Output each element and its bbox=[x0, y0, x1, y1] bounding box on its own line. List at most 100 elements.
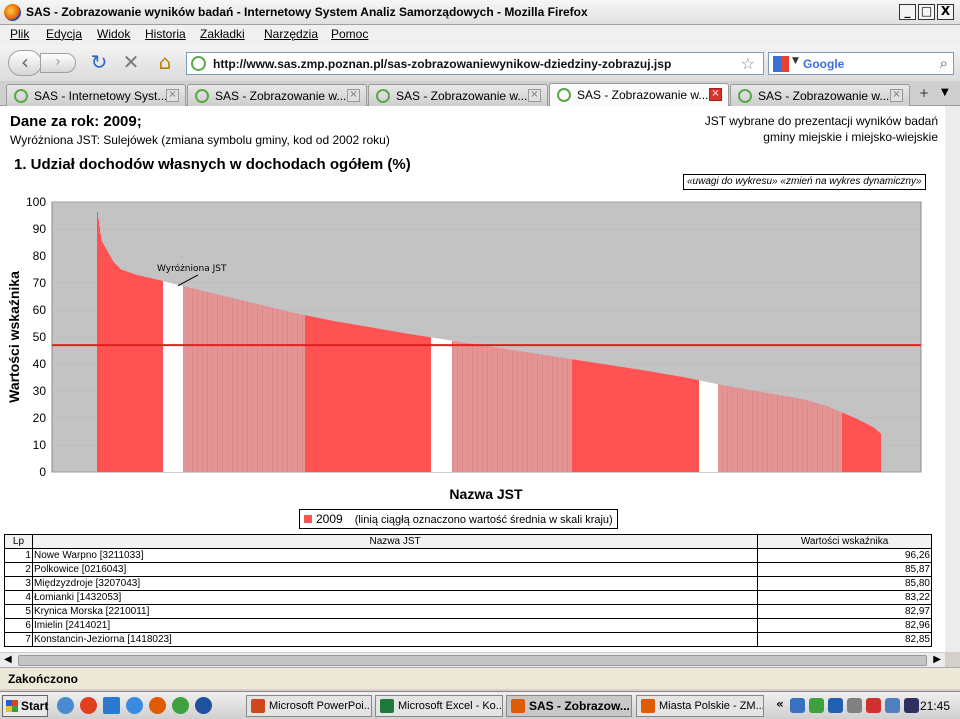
data-bar bbox=[507, 349, 509, 472]
scroll-right-icon[interactable]: ▶ bbox=[933, 654, 941, 665]
data-bar bbox=[160, 280, 162, 472]
data-bar bbox=[228, 297, 230, 472]
address-bar[interactable]: http://www.sas.zmp.poznan.pl/sas-zobrazo… bbox=[186, 52, 764, 75]
data-bar bbox=[293, 312, 295, 472]
menu-plik[interactable]: Plik bbox=[10, 27, 29, 41]
quicklaunch-messenger-icon[interactable] bbox=[172, 697, 189, 714]
stop-icon[interactable]: ✕ bbox=[120, 50, 142, 74]
data-bar bbox=[625, 367, 627, 472]
data-bar bbox=[859, 420, 861, 472]
close-button[interactable]: X bbox=[937, 4, 954, 20]
header-wartosci[interactable]: Wartości wskaźnika bbox=[757, 534, 932, 549]
minimize-button[interactable]: _ bbox=[899, 4, 916, 20]
taskbar-task-button[interactable]: Miasta Polskie - ZM... bbox=[636, 695, 764, 717]
tray-expand-icon[interactable]: « bbox=[776, 697, 784, 711]
chart-options-links[interactable]: «uwagi do wykresu» «zmień na wykres dyna… bbox=[683, 174, 926, 190]
tab-1[interactable]: SAS - Internetowy Syst... × bbox=[6, 84, 186, 106]
new-tab-icon[interactable]: + bbox=[919, 86, 929, 100]
highlight-gap bbox=[438, 338, 440, 472]
search-input[interactable]: Google bbox=[803, 57, 844, 71]
taskbar-task-button[interactable]: Microsoft PowerPoi... bbox=[246, 695, 372, 717]
tray-update-icon[interactable] bbox=[828, 698, 843, 713]
menu-pomoc[interactable]: Pomoc bbox=[331, 27, 368, 41]
tab-list-icon[interactable]: ▼ bbox=[941, 87, 949, 98]
status-bar: Zakończono bbox=[0, 667, 960, 689]
menu-widok[interactable]: Widok bbox=[97, 27, 130, 41]
menu-historia[interactable]: Historia bbox=[145, 27, 186, 41]
menu-narzedzia[interactable]: Narzędzia bbox=[264, 27, 318, 41]
quicklaunch-player-icon[interactable] bbox=[195, 697, 212, 714]
table-row[interactable]: 5 Krynica Morska [2210011] 82,97 bbox=[4, 604, 932, 619]
search-bar[interactable]: ▼ Google ⌕ bbox=[768, 52, 954, 75]
tray-messenger-icon[interactable] bbox=[809, 698, 824, 713]
data-bar bbox=[318, 317, 320, 472]
tray-device-icon[interactable] bbox=[847, 698, 862, 713]
table-row[interactable]: 6 Imielin [2414021] 82,96 bbox=[4, 618, 932, 633]
engine-dropdown-icon[interactable]: ▼ bbox=[792, 56, 799, 66]
menu-zakladki[interactable]: Zakładki bbox=[200, 27, 245, 41]
vertical-scrollbar[interactable] bbox=[945, 106, 960, 652]
quicklaunch-media-icon[interactable] bbox=[80, 697, 97, 714]
data-bar bbox=[528, 352, 530, 472]
forward-button[interactable]: › bbox=[40, 53, 76, 73]
menu-edycja[interactable]: Edycja bbox=[46, 27, 82, 41]
table-row[interactable]: 1 Nowe Warpno [3211033] 96,26 bbox=[4, 548, 932, 563]
tray-network-icon[interactable] bbox=[790, 698, 805, 713]
bookmark-star-icon[interactable]: ☆ bbox=[741, 54, 755, 73]
data-bar bbox=[265, 305, 267, 472]
taskbar-task-button[interactable]: Microsoft Excel - Ko... bbox=[375, 695, 503, 717]
tab-4-active[interactable]: SAS - Zobrazowanie w... × bbox=[549, 83, 729, 107]
quicklaunch-desktop-icon[interactable] bbox=[103, 697, 120, 714]
horizontal-scrollbar[interactable]: ◀ ▶ bbox=[0, 652, 945, 667]
tray-antivirus-icon[interactable] bbox=[866, 698, 881, 713]
tab-3[interactable]: SAS - Zobrazowanie w... × bbox=[368, 84, 548, 106]
url-text[interactable]: http://www.sas.zmp.poznan.pl/sas-zobrazo… bbox=[213, 57, 671, 71]
tab-5[interactable]: SAS - Zobrazowanie w... × bbox=[730, 84, 910, 106]
back-button[interactable]: ‹ bbox=[8, 50, 42, 76]
taskbar-task-button[interactable]: SAS - Zobrazow... bbox=[506, 695, 632, 717]
highlight-gap bbox=[173, 283, 175, 472]
data-bar bbox=[567, 358, 569, 472]
scroll-left-icon[interactable]: ◀ bbox=[4, 654, 12, 665]
quicklaunch-ie-icon[interactable] bbox=[126, 697, 143, 714]
start-button[interactable]: Start bbox=[2, 695, 48, 717]
quicklaunch-firefox-icon[interactable] bbox=[149, 697, 166, 714]
tab-close-icon[interactable]: × bbox=[890, 89, 903, 102]
header-nazwa[interactable]: Nazwa JST bbox=[31, 534, 759, 549]
data-bar bbox=[426, 336, 428, 472]
data-bar bbox=[774, 394, 776, 472]
tab-close-icon[interactable]: × bbox=[709, 88, 722, 101]
table-row[interactable]: 4 Łomianki [1432053] 83,22 bbox=[4, 590, 932, 605]
data-bar bbox=[138, 275, 140, 472]
header-lp[interactable]: Lp bbox=[4, 534, 33, 549]
tab-close-icon[interactable]: × bbox=[528, 89, 541, 102]
data-bar bbox=[502, 348, 504, 472]
data-bar bbox=[146, 277, 148, 472]
table-row[interactable]: 7 Konstancin-Jeziorna [1418023] 82,85 bbox=[4, 632, 932, 647]
tray-bluetooth-icon[interactable] bbox=[904, 698, 919, 713]
scroll-thumb[interactable] bbox=[18, 655, 927, 666]
tab-close-icon[interactable]: × bbox=[166, 89, 179, 102]
search-icon[interactable]: ⌕ bbox=[940, 54, 948, 72]
data-bar bbox=[381, 329, 383, 472]
maximize-button[interactable]: □ bbox=[918, 4, 935, 20]
table-cell-val: 96,26 bbox=[757, 548, 932, 563]
home-icon[interactable]: ⌂ bbox=[154, 50, 176, 74]
highlight-gap bbox=[175, 284, 177, 472]
task-app-icon bbox=[380, 699, 394, 713]
data-bar bbox=[793, 397, 795, 472]
table-row[interactable]: 2 Polkowice [0216043] 85,87 bbox=[4, 562, 932, 577]
google-icon[interactable] bbox=[773, 56, 789, 72]
data-bar bbox=[185, 286, 187, 472]
table-row[interactable]: 3 Międzyzdroje [3207043] 85,80 bbox=[4, 576, 932, 591]
data-bar bbox=[610, 365, 612, 472]
quicklaunch-browser-icon[interactable] bbox=[57, 697, 74, 714]
tab-close-icon[interactable]: × bbox=[347, 89, 360, 102]
data-bar bbox=[369, 327, 371, 472]
data-bar bbox=[310, 316, 312, 472]
tab-2[interactable]: SAS - Zobrazowanie w... × bbox=[187, 84, 367, 106]
reload-icon[interactable]: ↻ bbox=[88, 50, 110, 74]
data-bar bbox=[258, 304, 260, 472]
data-bar bbox=[581, 360, 583, 472]
tray-volume-icon[interactable] bbox=[885, 698, 900, 713]
